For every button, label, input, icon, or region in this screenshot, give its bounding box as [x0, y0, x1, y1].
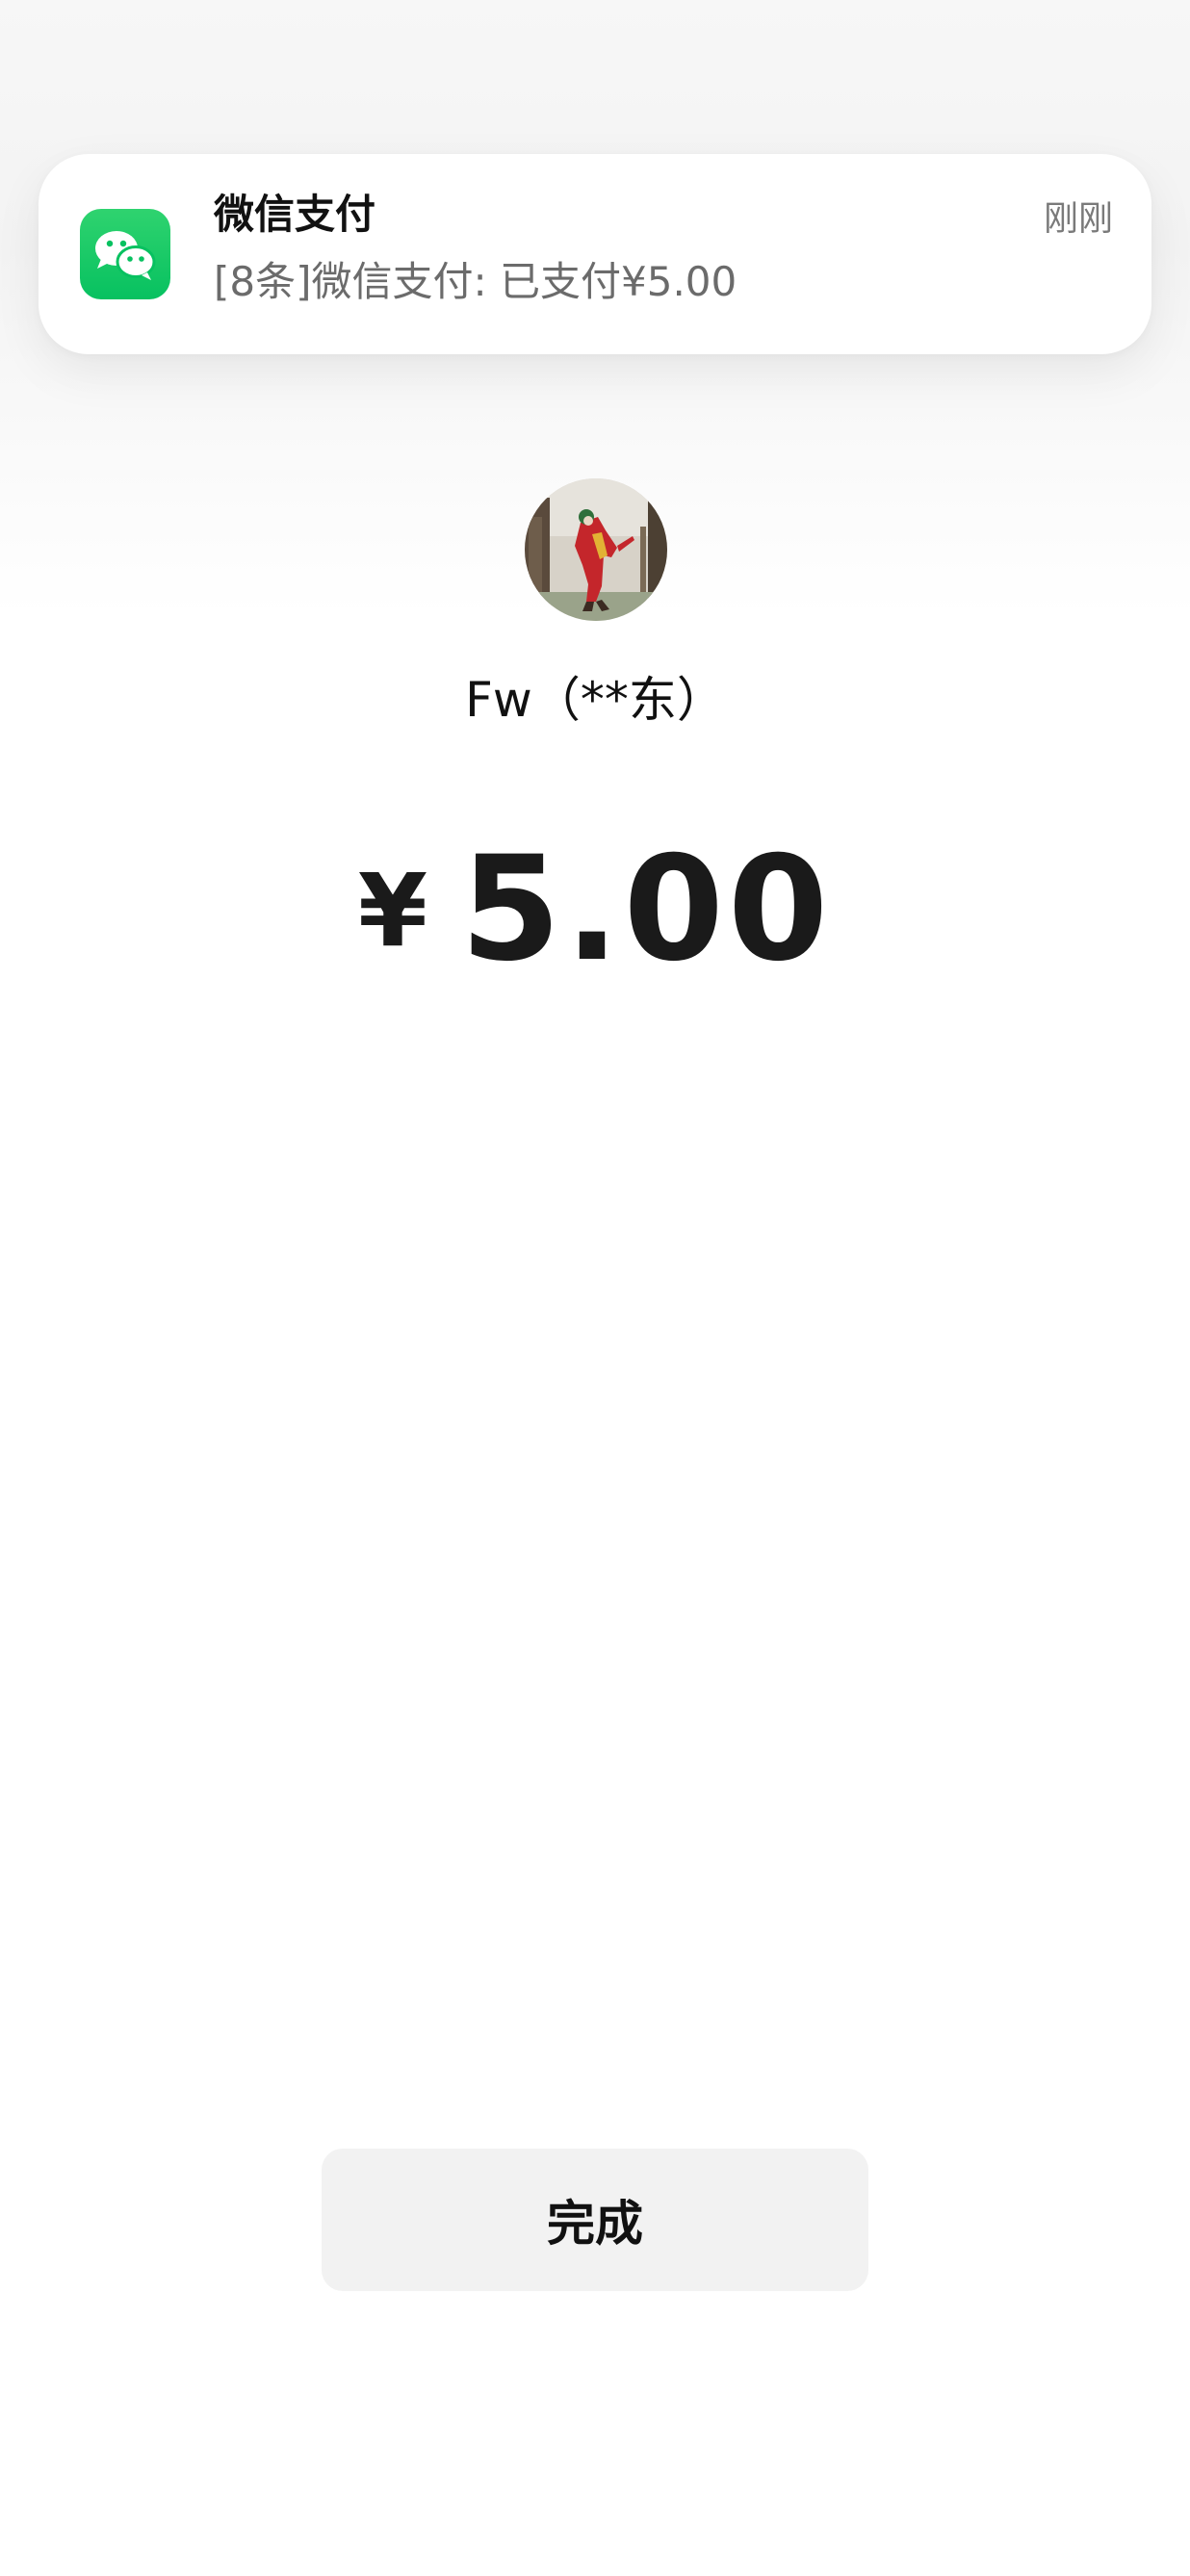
currency-symbol: ¥ [357, 852, 428, 969]
notification-title: 微信支付 [214, 191, 376, 238]
payment-amount: ¥ 5.00 [0, 826, 1190, 993]
payment-notification[interactable]: 微信支付 [8条]微信支付: 已支付¥5.00 刚刚 [39, 154, 1151, 354]
done-button[interactable]: 完成 [322, 2149, 868, 2291]
payee-avatar [525, 478, 667, 621]
amount-value: 5.00 [460, 826, 833, 993]
notification-time: 刚刚 [1043, 199, 1113, 239]
notification-message: [8条]微信支付: 已支付¥5.00 [214, 258, 737, 305]
wechat-icon [80, 209, 170, 299]
payee-name: Fw（**东） [465, 672, 725, 728]
